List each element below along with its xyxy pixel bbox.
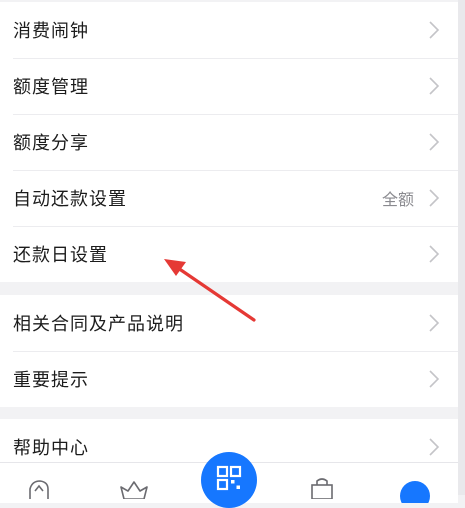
menu-group-account: 消费闹钟 额度管理 额度分享 自动还款设置 全额 还款日设置 [0,2,458,282]
chevron-right-icon [429,189,440,207]
menu-item-important-notice[interactable]: 重要提示 [0,351,458,407]
menu-group-info: 相关合同及产品说明 重要提示 [0,295,458,407]
menu-item-label: 相关合同及产品说明 [13,314,184,335]
scan-button[interactable] [201,452,257,508]
right-edge-strip [458,0,465,495]
tab-crown-icon[interactable] [118,479,150,499]
menu-item-label: 重要提示 [13,370,89,391]
menu-item-auto-repayment[interactable]: 自动还款设置 全额 [0,170,458,226]
menu-item-label: 额度管理 [13,77,89,98]
chevron-right-icon [429,370,440,388]
chevron-right-icon [429,133,440,151]
scan-qr-icon [216,465,242,491]
menu-item-limit-management[interactable]: 额度管理 [0,58,458,114]
menu-item-label: 额度分享 [13,133,89,154]
menu-item-label: 还款日设置 [13,245,108,266]
chevron-right-icon [429,314,440,332]
menu-item-contracts[interactable]: 相关合同及产品说明 [0,295,458,351]
menu-item-spending-alarm[interactable]: 消费闹钟 [0,2,458,58]
tab-home-icon[interactable] [24,479,54,499]
chevron-right-icon [429,438,440,456]
menu-item-repayment-date[interactable]: 还款日设置 [0,226,458,282]
menu-item-value: 全额 [381,190,414,209]
chevron-right-icon [429,21,440,39]
menu-item-label: 帮助中心 [13,438,89,459]
chevron-right-icon [429,245,440,263]
menu-item-label: 自动还款设置 [13,189,127,210]
tab-profile-avatar-icon[interactable] [398,479,432,503]
menu-item-limit-sharing[interactable]: 额度分享 [0,114,458,170]
tab-bag-icon[interactable] [308,477,336,499]
menu-item-label: 消费闹钟 [13,21,89,42]
chevron-right-icon [429,77,440,95]
